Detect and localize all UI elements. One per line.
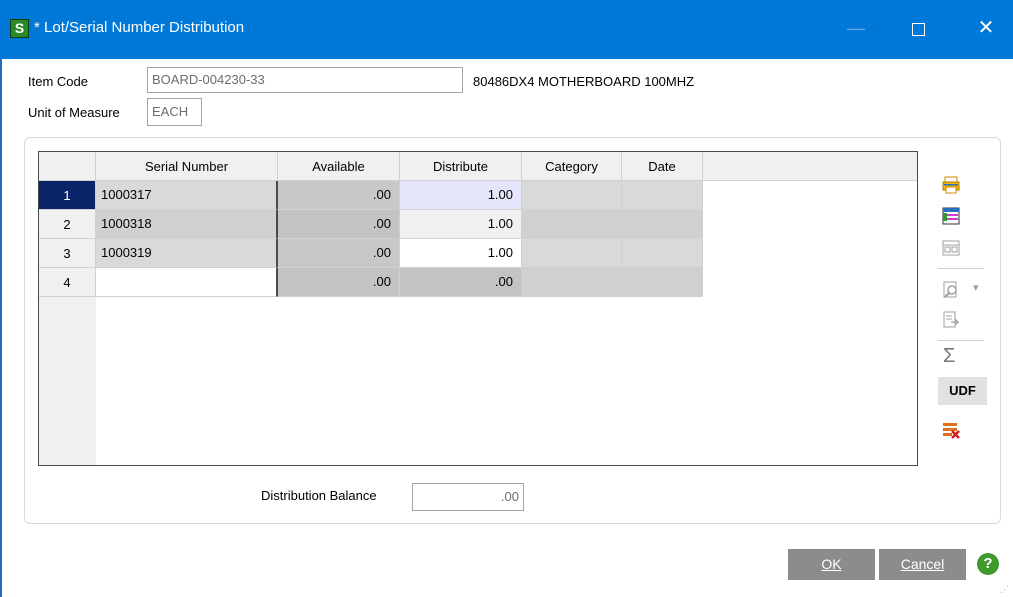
cell-serial-number[interactable]: 1000319: [96, 239, 278, 268]
cell-serial-number[interactable]: 1000318: [96, 210, 278, 239]
close-button[interactable]: ✕: [966, 14, 1006, 42]
udf-button[interactable]: UDF: [938, 377, 987, 405]
window-border: [0, 59, 2, 597]
cell-available: .00: [278, 239, 400, 268]
cell-date: [622, 210, 703, 239]
serial-grid[interactable]: Serial Number Available Distribute Categ…: [38, 151, 918, 466]
cell-category: [522, 239, 622, 268]
col-header-filler: [703, 152, 917, 181]
maximize-button[interactable]: [898, 14, 938, 42]
cell-available: .00: [278, 181, 400, 210]
row-header-1[interactable]: 1: [39, 181, 96, 210]
cancel-button[interactable]: Cancel: [879, 549, 966, 580]
delete-rows-icon[interactable]: [941, 420, 961, 440]
insert-rows-icon[interactable]: [941, 206, 961, 226]
col-header-date[interactable]: Date: [622, 152, 703, 181]
cell-available: .00: [278, 268, 400, 297]
minimize-button[interactable]: —: [836, 14, 876, 42]
row-header-3[interactable]: 3: [39, 239, 96, 268]
maximize-icon: [911, 22, 925, 36]
cell-distribute[interactable]: 1.00: [400, 239, 522, 268]
dropdown-arrow-icon: ▾: [973, 282, 979, 294]
ok-button-label: OK: [821, 556, 842, 572]
col-header-serial-number[interactable]: Serial Number: [96, 152, 278, 181]
distribution-balance-label: Distribution Balance: [261, 488, 377, 503]
print-icon[interactable]: [941, 175, 961, 195]
cell-available: .00: [278, 210, 400, 239]
title-bar: S * Lot/Serial Number Distribution — ✕: [0, 0, 1013, 59]
cell-date: [622, 181, 703, 210]
grid-corner: [39, 152, 96, 181]
cell-distribute[interactable]: 1.00: [400, 181, 522, 210]
cell-distribute[interactable]: .00: [400, 268, 522, 297]
toolbar-separator: [938, 268, 984, 269]
cell-category: [522, 210, 622, 239]
cell-serial-number[interactable]: 1000317: [96, 181, 278, 210]
cell-serial-number[interactable]: [96, 268, 278, 297]
resize-grip-icon[interactable]: ⋰: [1000, 584, 1012, 596]
item-description: 80486DX4 MOTHERBOARD 100MHZ: [473, 74, 695, 89]
unit-of-measure-label: Unit of Measure: [28, 105, 120, 120]
item-code-label: Item Code: [28, 74, 88, 89]
cancel-button-label: Cancel: [900, 556, 945, 572]
grid-layout-icon: [941, 238, 961, 258]
unit-of-measure-field[interactable]: EACH: [147, 98, 202, 126]
row-header-2[interactable]: 2: [39, 210, 96, 239]
row-header-4[interactable]: 4: [39, 268, 96, 297]
totals-icon[interactable]: Σ: [943, 345, 955, 368]
item-code-field[interactable]: BOARD-004230-33: [147, 67, 463, 93]
ok-button[interactable]: OK: [788, 549, 875, 580]
export-icon: [941, 310, 961, 330]
col-header-available[interactable]: Available: [278, 152, 400, 181]
cell-date: [622, 268, 703, 297]
app-icon[interactable]: S: [10, 19, 29, 38]
zoom-icon: [941, 280, 961, 300]
toolbar-separator: [938, 340, 984, 341]
help-button[interactable]: ?: [977, 553, 999, 575]
window-title: * Lot/Serial Number Distribution: [34, 19, 245, 36]
cell-category: [522, 181, 622, 210]
cell-distribute[interactable]: 1.00: [400, 210, 522, 239]
cell-category: [522, 268, 622, 297]
col-header-distribute[interactable]: Distribute: [400, 152, 522, 181]
distribution-balance-field: .00: [412, 483, 524, 511]
cell-date: [622, 239, 703, 268]
col-header-category[interactable]: Category: [522, 152, 622, 181]
